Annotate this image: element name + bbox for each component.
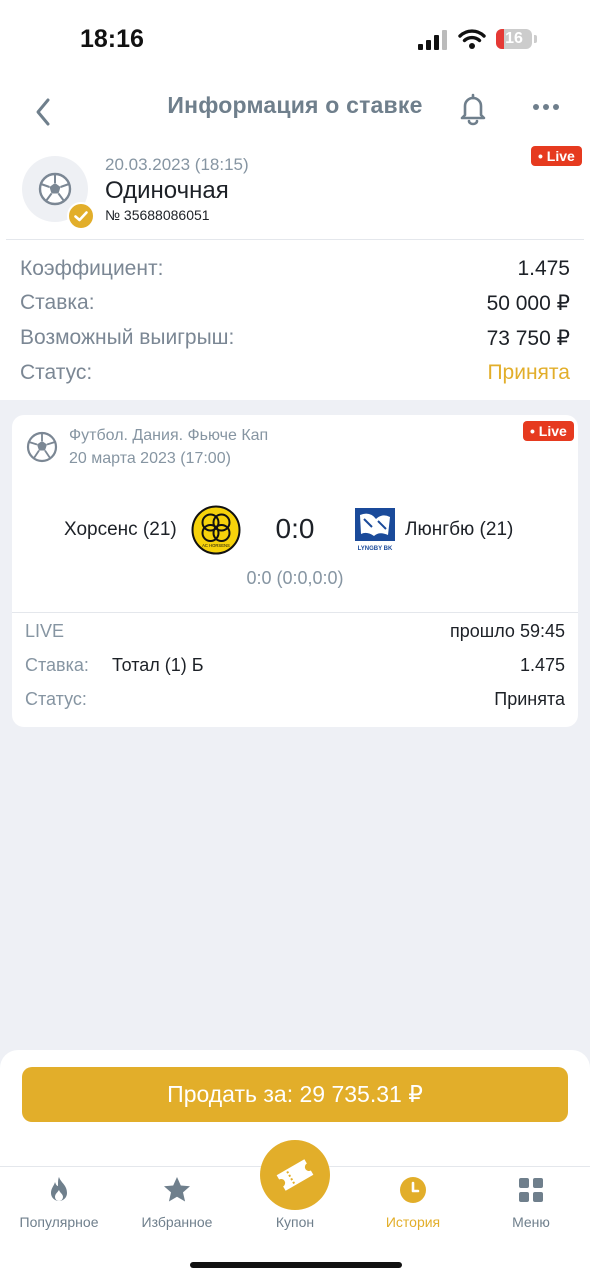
live-badge: • Live [523,421,574,441]
tab-history[interactable]: История [354,1175,472,1235]
bet-datetime: 20.03.2023 (18:15) [105,155,249,174]
tab-label: Купон [275,1214,315,1230]
event-card[interactable]: Футбол. Дания. Фьюче Кап 20 марта 2023 (… [12,415,578,727]
clock-icon [400,1177,426,1203]
tab-favorites[interactable]: Избранное [118,1175,236,1235]
stake-value: 50 000 ₽ [486,292,570,315]
cellular-signal-icon [418,30,447,50]
live-badge: • Live [531,146,582,166]
coefficient-value: 1.475 [517,257,570,280]
bet-type: Одиночная [105,177,229,204]
status-label: Статус: [20,361,93,384]
tab-label: Избранное [141,1214,213,1230]
bet-summary-card: 20.03.2023 (18:15) Одиночная № 356880860… [0,140,590,400]
more-options-icon[interactable] [528,92,564,122]
event-status-value: Принята [494,689,565,709]
grid-icon [519,1178,543,1202]
tab-label: Меню [512,1214,550,1230]
event-league: Футбол. Дания. Фьюче Кап [69,427,269,444]
tab-label: История [385,1214,441,1230]
status-value: Принята [487,361,570,384]
notification-bell-icon[interactable] [456,88,490,128]
event-status-label: Статус: [25,689,87,709]
battery-icon: 16 [496,29,532,49]
event-odds: 1.475 [519,655,565,675]
star-icon [164,1177,190,1202]
status-bar: 18:16 16 [0,0,590,80]
bet-number: № 35688086051 [105,207,210,223]
event-stake-label: Ставка: [25,655,89,675]
possible-win-label: Возможный выигрыш: [20,326,235,349]
wifi-icon [458,29,486,49]
nav-bar: Информация о ставке [0,80,590,140]
divider [12,612,578,613]
possible-win-value: 73 750 ₽ [486,327,570,350]
sell-bet-button[interactable]: Продать за: 29 735.31 ₽ [22,1067,568,1122]
bet-market: Тотал (1) Б [112,655,204,675]
elapsed-time: прошло 59:45 [450,621,565,641]
tab-popular[interactable]: Популярное [0,1175,118,1235]
live-label: LIVE [25,621,65,641]
coefficient-label: Коэффициент: [20,257,164,280]
tab-label: Популярное [19,1214,99,1230]
battery-level: 16 [505,30,523,47]
page-title: Информация о ставке [167,92,423,118]
home-indicator [190,1262,402,1268]
battery-nub [534,35,537,43]
divider [6,239,584,240]
svg-text:LYNGBY BK: LYNGBY BK [358,546,393,552]
event-date: 20 марта 2023 (17:00) [69,450,231,467]
flame-icon [51,1177,67,1201]
soccer-ball-icon [26,431,58,463]
away-team-logo: LYNGBY BK [355,508,395,552]
tab-coupon[interactable]: Купон [236,1175,354,1235]
tab-menu[interactable]: Меню [472,1175,590,1235]
check-icon [67,202,95,230]
away-team-name: Люнгбю (21) [405,519,514,540]
score-detail: 0:0 (0:0,0:0) [246,568,344,588]
stake-label: Ставка: [20,291,95,314]
status-time: 18:16 [80,25,144,53]
